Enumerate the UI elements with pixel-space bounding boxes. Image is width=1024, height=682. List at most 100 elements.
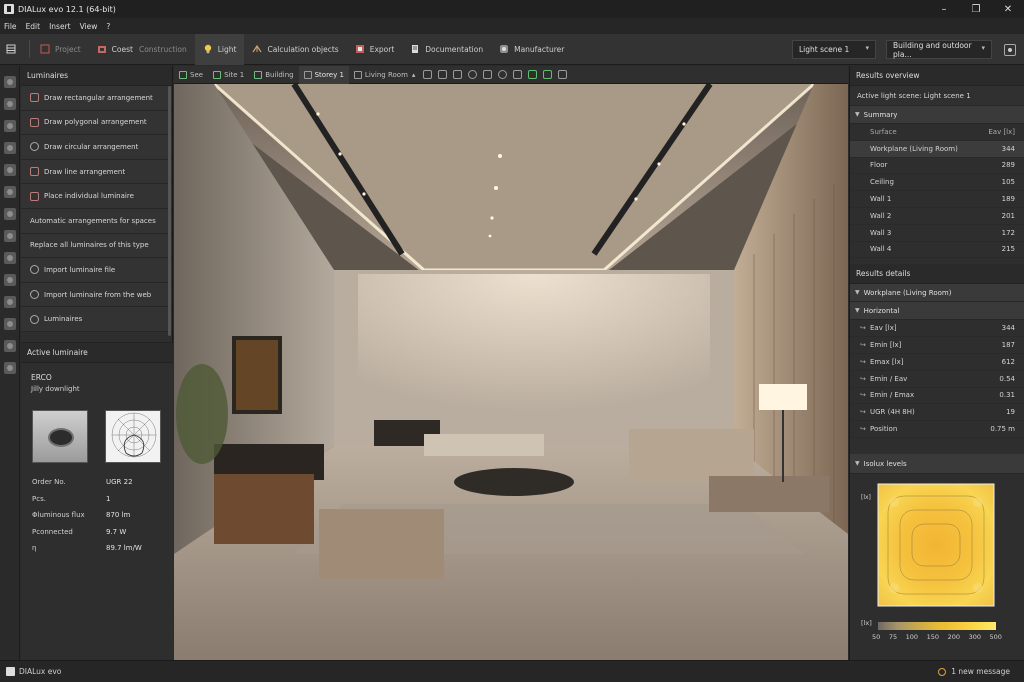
draw-line-arrangement-button[interactable]: Draw line arrangement: [21, 159, 172, 185]
export-icon: [355, 45, 364, 53]
tab-living-room[interactable]: Living Room ▴: [349, 66, 421, 84]
replace-strip-icon[interactable]: [4, 252, 16, 264]
prop-key: Pcs.: [32, 494, 46, 503]
detail-row[interactable]: ↪ UGR (4H 8H) 19: [850, 404, 1024, 422]
tab-export[interactable]: Export: [347, 34, 403, 65]
maximize-button[interactable]: ❐: [960, 0, 992, 18]
close-button[interactable]: ✕: [992, 0, 1024, 18]
select-icon[interactable]: [483, 70, 493, 79]
tab-manufacturer-label: Manufacturer: [514, 44, 565, 54]
detail-row[interactable]: ↪ Eav [lx] 344: [850, 320, 1024, 338]
import-luminaire-file-button[interactable]: Import luminaire file: [21, 258, 172, 283]
arrow-icon: ↪: [860, 357, 866, 366]
results-panel: Results overview Active light scene: Lig…: [849, 66, 1024, 660]
replace-all-luminaires-button[interactable]: Replace all luminaires of this type: [21, 233, 172, 259]
menu-view[interactable]: View: [80, 22, 98, 31]
tab-manufacturer[interactable]: Manufacturer: [491, 34, 572, 65]
web-icon: [30, 290, 39, 300]
luminaire-strip-icon[interactable]: [4, 208, 16, 220]
summary-group[interactable]: ▼ Summary: [850, 106, 1024, 124]
draw-polygonal-arrangement-button[interactable]: Draw polygonal arrangement: [21, 110, 172, 136]
luminaires-catalog-button[interactable]: Luminaires: [21, 307, 172, 332]
summary-row[interactable]: Wall 2 201: [850, 208, 1024, 225]
item-label: Import luminaire from the web: [44, 290, 152, 299]
tab-calculation-objects[interactable]: Calculation objects: [244, 34, 346, 65]
import-strip-icon[interactable]: [4, 274, 16, 286]
values-icon[interactable]: [558, 70, 568, 79]
detail-row[interactable]: ↪ Position 0.75 m: [850, 421, 1024, 438]
workplane-label: Workplane (Living Room): [863, 288, 952, 297]
chevron-down-icon: ▴: [411, 70, 416, 79]
tab-construction-prefix: Coest: [111, 44, 133, 54]
summary-row[interactable]: Workplane (Living Room) 344: [850, 140, 1024, 158]
detail-row[interactable]: ↪ Emin / Emax 0.31: [850, 388, 1024, 405]
isolux-legend-bar: [878, 622, 996, 630]
construction-icon: [97, 46, 106, 53]
draw-rectangular-arrangement-button[interactable]: Draw rectangular arrangement: [21, 86, 172, 111]
tab-site[interactable]: Site 1: [208, 66, 249, 84]
luminaire-photo[interactable]: [32, 410, 88, 463]
menu-edit[interactable]: Edit: [26, 22, 41, 31]
view-mode-select[interactable]: Building and outdoor pla... ▾: [886, 40, 992, 59]
false-colour-icon[interactable]: [528, 70, 538, 79]
grid-view-icon[interactable]: [453, 70, 463, 79]
web-strip-icon[interactable]: [4, 296, 16, 308]
tab-project[interactable]: Project: [32, 34, 89, 65]
minimize-button[interactable]: –: [928, 0, 960, 18]
tab-storey[interactable]: Storey 1: [298, 65, 349, 84]
horizontal-group[interactable]: ▼ Horizontal: [850, 302, 1024, 321]
3d-viewport[interactable]: [174, 84, 848, 660]
messages-indicator[interactable]: 1 new message: [938, 667, 1010, 676]
workplane-group[interactable]: ▼ Workplane (Living Room): [850, 284, 1024, 303]
menu-help[interactable]: ?: [106, 22, 110, 31]
item-label: Draw line arrangement: [44, 167, 126, 176]
app-logo-icon: [6, 667, 15, 676]
window-title: DIALux evo 12.1 (64-bit): [18, 4, 116, 14]
detail-row[interactable]: ↪ Emax [lx] 612: [850, 354, 1024, 371]
circle-arrangement-strip-icon[interactable]: [4, 164, 16, 176]
detail-row[interactable]: ↪ Emin [lx] 187: [850, 337, 1024, 354]
info-strip-icon[interactable]: [4, 362, 16, 374]
tab-scene[interactable]: See: [174, 66, 208, 84]
tab-construction[interactable]: Coest Construction: [89, 34, 195, 65]
tab-label: Storey 1: [314, 70, 344, 79]
scrollbar[interactable]: [168, 86, 171, 336]
place-individual-luminaire-button[interactable]: Place individual luminaire: [21, 184, 172, 209]
tab-documentation[interactable]: Documentation: [402, 34, 491, 65]
summary-row[interactable]: Wall 1 189: [850, 191, 1024, 208]
auto-arrangement-strip-icon[interactable]: [4, 230, 16, 242]
draw-circular-arrangement-button[interactable]: Draw circular arrangement: [21, 135, 172, 160]
summary-row[interactable]: Ceiling 105: [850, 174, 1024, 192]
tab-construction-label: Construction: [138, 44, 187, 54]
summary-row[interactable]: Wall 3 172: [850, 225, 1024, 242]
row-value: 344: [1001, 144, 1015, 153]
orbit-icon[interactable]: [498, 70, 508, 79]
summary-row[interactable]: Floor 289: [850, 158, 1024, 175]
line-arrangement-strip-icon[interactable]: [4, 186, 16, 198]
tab-light[interactable]: Light: [194, 33, 245, 65]
isolines-icon[interactable]: [543, 70, 553, 79]
eye-icon[interactable]: [423, 70, 433, 79]
tab-building[interactable]: Building: [249, 66, 298, 84]
polygon-arrangement-strip-icon[interactable]: [4, 142, 16, 154]
detail-row[interactable]: ↪ Emin / Eav 0.54: [850, 371, 1024, 388]
light-scene-select[interactable]: Light scene 1 ▾: [792, 40, 876, 59]
automatic-arrangements-button[interactable]: Automatic arrangements for spaces: [21, 208, 172, 234]
settings-button[interactable]: [1004, 44, 1016, 56]
summary-row[interactable]: Wall 4 215: [850, 242, 1024, 259]
light-distribution-curve[interactable]: [105, 410, 161, 463]
camera-strip-icon[interactable]: [4, 340, 16, 352]
toolbar-home-button[interactable]: [0, 34, 27, 65]
layers-icon[interactable]: [4, 76, 16, 88]
tools-icon[interactable]: [4, 98, 16, 110]
import-luminaire-web-button[interactable]: Import luminaire from the web: [21, 282, 172, 308]
menu-file[interactable]: File: [4, 22, 17, 31]
manufacturer-icon: [500, 45, 509, 53]
rect-arrangement-strip-icon[interactable]: [4, 120, 16, 132]
frame-icon[interactable]: [438, 70, 448, 79]
menu-insert[interactable]: Insert: [49, 22, 71, 31]
rotate-icon[interactable]: [513, 70, 523, 79]
snap-icon[interactable]: [468, 70, 478, 79]
isolux-group[interactable]: ▼ Isolux levels: [850, 454, 1024, 474]
catalog-strip-icon[interactable]: [4, 318, 16, 330]
